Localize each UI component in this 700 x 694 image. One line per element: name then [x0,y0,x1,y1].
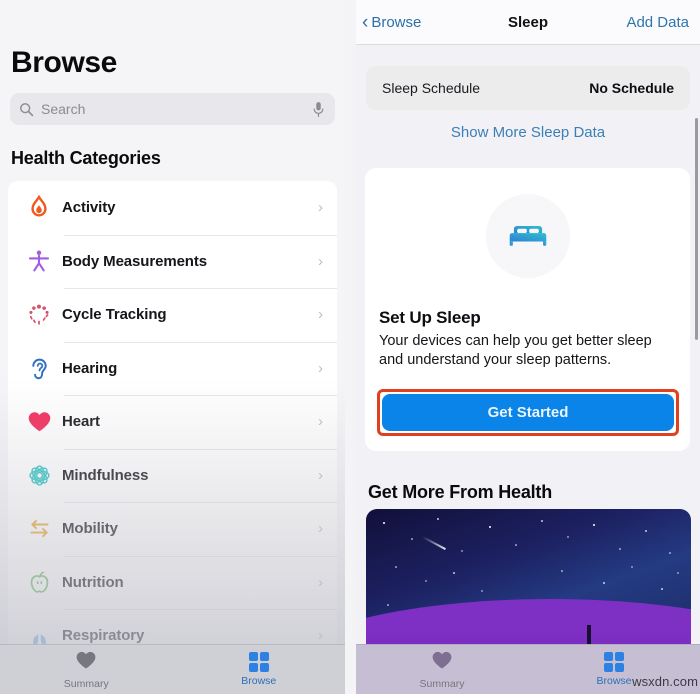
tab-label: Browse [596,675,632,688]
category-label: Cycle Tracking [62,306,167,324]
chevron-right-icon: › [318,306,323,324]
sleep-schedule-label: Sleep Schedule [382,80,481,96]
promo-card-night-sky[interactable] [366,509,691,659]
sleep-panel: ‹ Browse Sleep Add Data Sleep Schedule N… [356,0,700,694]
sleep-schedule-row[interactable]: Sleep Schedule No Schedule [366,66,690,110]
setup-sleep-card: Set Up Sleep Your devices can help you g… [365,168,690,451]
browse-panel: Browse Search Health Categories Activity… [0,0,345,694]
category-row-hearing[interactable]: Hearing › [8,341,337,395]
category-label: Mobility [62,520,118,538]
category-row-heart[interactable]: Heart › [8,395,337,449]
get-started-button[interactable]: Get Started [382,394,674,431]
body-figure-icon [22,249,56,273]
category-label: Hearing [62,359,118,377]
tab-label: Summary [419,677,465,690]
heart-icon [75,650,97,675]
navigation-bar: ‹ Browse Sleep Add Data [356,0,700,45]
get-started-highlight: Get Started [377,389,679,436]
category-row-mindfulness[interactable]: Mindfulness › [8,448,337,502]
chevron-right-icon: › [318,627,323,645]
category-label: Activity [62,199,116,217]
category-label: Nutrition [62,573,124,591]
category-row-body-measurements[interactable]: Body Measurements › [8,234,337,288]
category-label: Body Measurements [62,252,208,270]
category-label: Respiratory [62,627,145,645]
bed-icon [507,219,549,254]
ear-icon [22,356,56,381]
chevron-right-icon: › [318,573,323,591]
sleep-schedule-value: No Schedule [589,80,674,96]
page-title: Browse [11,46,117,79]
arrows-icon [22,518,56,540]
tab-summary[interactable]: Summary [0,650,173,690]
category-row-cycle-tracking[interactable]: Cycle Tracking › [8,288,337,342]
watermark: wsxdn.com [632,674,698,689]
chevron-right-icon: › [318,466,323,484]
setup-sleep-title: Set Up Sleep [379,308,481,327]
section-header-health-categories: Health Categories [11,148,161,168]
chevron-right-icon: › [318,199,323,217]
add-data-button[interactable]: Add Data [626,14,689,31]
chevron-right-icon: › [318,520,323,538]
show-more-sleep-data-link[interactable]: Show More Sleep Data [356,124,700,141]
heart-icon [431,650,453,675]
search-icon [19,102,34,117]
category-row-mobility[interactable]: Mobility › [8,502,337,556]
chevron-right-icon: › [318,252,323,270]
bed-icon-circle [485,194,570,278]
chevron-right-icon: › [318,359,323,377]
grid-icon [248,651,269,673]
tab-bar: Summary Browse [0,644,345,694]
vertical-scrollbar[interactable] [695,118,698,340]
mandala-icon [22,463,56,488]
section-header-get-more: Get More From Health [368,482,553,502]
tab-summary[interactable]: Summary [356,650,528,690]
grid-icon [603,651,625,673]
tab-label: Summary [63,677,109,690]
search-input[interactable]: Search [10,93,335,125]
tab-bar: Summary Browse wsxdn.com [356,644,700,694]
flame-icon [22,194,56,221]
search-placeholder: Search [41,101,86,117]
apple-icon [22,570,56,595]
screenshot-root: Browse Search Health Categories Activity… [0,0,700,694]
category-label: Mindfulness [62,466,149,484]
category-row-activity[interactable]: Activity › [8,181,337,235]
microphone-icon[interactable] [312,101,325,118]
category-label: Heart [62,413,100,431]
tab-label: Browse [241,675,277,688]
category-row-nutrition[interactable]: Nutrition › [8,555,337,609]
setup-sleep-description: Your devices can help you get better sle… [379,333,652,368]
cycle-dots-icon [22,303,56,327]
health-categories-list: Activity › Body Measurements › Cycle Tra… [8,181,337,663]
heart-icon [22,410,56,433]
tab-browse[interactable]: Browse [173,651,346,688]
chevron-right-icon: › [318,413,323,431]
